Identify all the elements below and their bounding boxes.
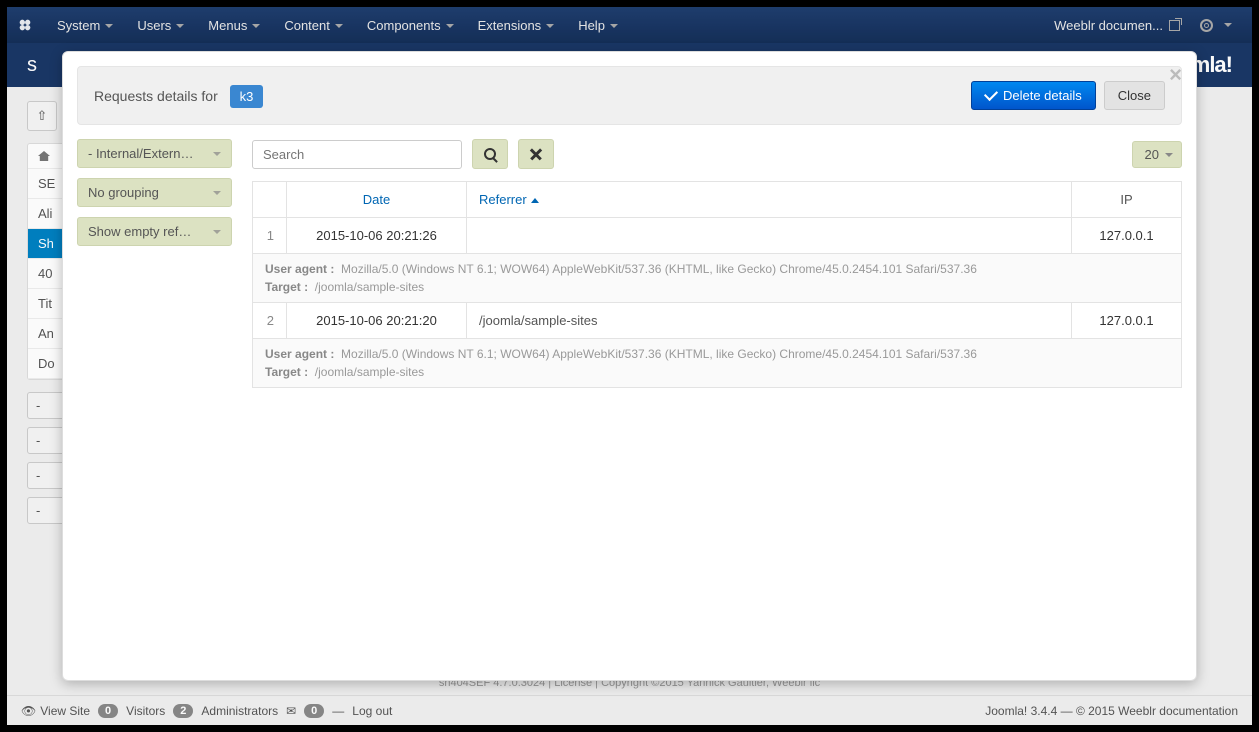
target-label: Target : bbox=[265, 280, 308, 294]
user-agent-value: Mozilla/5.0 (Windows NT 6.1; WOW64) Appl… bbox=[341, 262, 977, 276]
col-date[interactable]: Date bbox=[287, 182, 467, 218]
search-icon bbox=[484, 148, 496, 160]
col-num bbox=[253, 182, 287, 218]
row-num: 2 bbox=[253, 303, 287, 339]
filter-empty-ref[interactable]: Show empty ref… bbox=[77, 217, 232, 246]
table-detail-row: User agent : Mozilla/5.0 (Windows NT 6.1… bbox=[253, 339, 1182, 388]
row-ip: 127.0.0.1 bbox=[1072, 303, 1182, 339]
table-row: 1 2015-10-06 20:21:26 127.0.0.1 bbox=[253, 218, 1182, 254]
modal-title: Requests details for k3 bbox=[94, 88, 263, 104]
row-referrer: /joomla/sample-sites bbox=[467, 303, 1072, 339]
row-referrer bbox=[467, 218, 1072, 254]
search-button[interactable] bbox=[472, 139, 508, 169]
requests-modal: × Requests details for k3 Delete details… bbox=[62, 51, 1197, 681]
filter-internal-external[interactable]: - Internal/Extern… bbox=[77, 139, 232, 168]
row-num: 1 bbox=[253, 218, 287, 254]
modal-header: Requests details for k3 Delete details C… bbox=[77, 66, 1182, 125]
row-date: 2015-10-06 20:21:20 bbox=[287, 303, 467, 339]
filter-grouping[interactable]: No grouping bbox=[77, 178, 232, 207]
user-agent-label: User agent : bbox=[265, 347, 334, 361]
requests-table: Date Referrer IP 1 2015-10-06 20:21:26 1… bbox=[252, 181, 1182, 388]
user-agent-label: User agent : bbox=[265, 262, 334, 276]
sort-asc-icon bbox=[531, 198, 539, 203]
table-detail-row: User agent : Mozilla/5.0 (Windows NT 6.1… bbox=[253, 254, 1182, 303]
x-icon bbox=[529, 147, 543, 161]
table-row: 2 2015-10-06 20:21:20 /joomla/sample-sit… bbox=[253, 303, 1182, 339]
search-input[interactable] bbox=[252, 140, 462, 169]
col-referrer[interactable]: Referrer bbox=[467, 182, 1072, 218]
clear-search-button[interactable] bbox=[518, 139, 554, 169]
modal-title-badge: k3 bbox=[230, 85, 264, 108]
target-label: Target : bbox=[265, 365, 308, 379]
check-icon bbox=[984, 87, 998, 101]
row-date: 2015-10-06 20:21:26 bbox=[287, 218, 467, 254]
user-agent-value: Mozilla/5.0 (Windows NT 6.1; WOW64) Appl… bbox=[341, 347, 977, 361]
delete-details-button[interactable]: Delete details bbox=[971, 81, 1096, 110]
close-button[interactable]: Close bbox=[1104, 81, 1165, 110]
row-ip: 127.0.0.1 bbox=[1072, 218, 1182, 254]
target-value: /joomla/sample-sites bbox=[315, 280, 424, 294]
page-size-select[interactable]: 20 bbox=[1132, 141, 1182, 168]
modal-filter-column: - Internal/Extern… No grouping Show empt… bbox=[77, 139, 232, 388]
modal-close-x[interactable]: × bbox=[1169, 64, 1182, 86]
target-value: /joomla/sample-sites bbox=[315, 365, 424, 379]
col-ip: IP bbox=[1072, 182, 1182, 218]
